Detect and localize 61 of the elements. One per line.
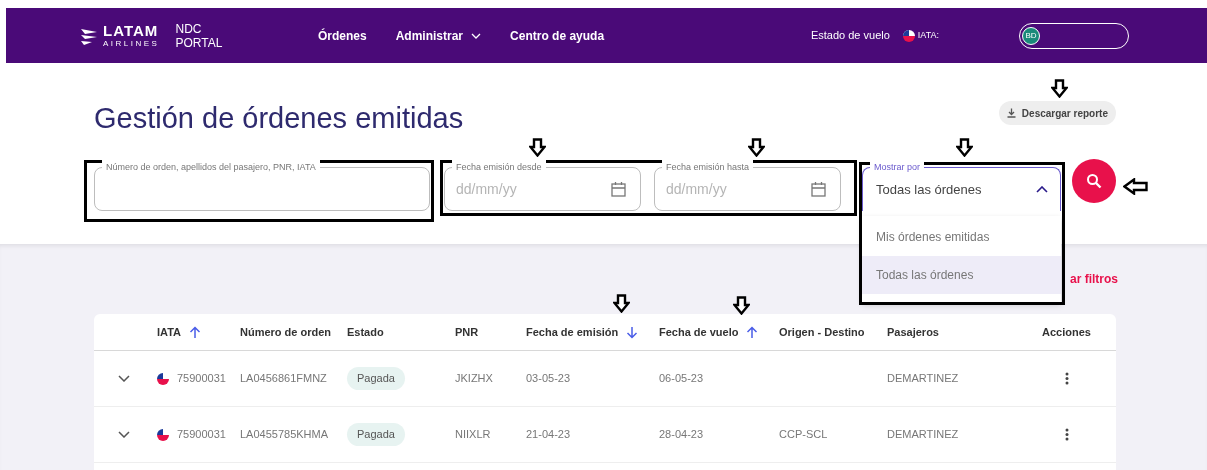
chevron-down-icon [471,32,482,39]
nav-link[interactable]: Órdenes [318,26,367,45]
column-header[interactable]: Fecha de vuelo [659,323,739,341]
clear-filters-link[interactable]: ar filtros [1070,270,1118,288]
chile-flag-icon [902,29,915,42]
status-badge: Pagada [347,367,405,390]
column-header[interactable]: IATA [157,323,182,341]
down-arrow-icon [529,138,546,157]
down-arrow-icon [1051,79,1068,98]
table-cell: 06-05-23 [659,372,704,385]
brand-subtitle: AIRLINES [103,40,160,48]
table-cell: 28-04-23 [659,428,704,441]
more-options-icon[interactable] [1064,428,1069,441]
chile-flag-icon [157,372,169,385]
chile-flag-icon [157,428,169,441]
sort-up-icon[interactable] [189,325,202,339]
portal-name: NDC [175,21,203,36]
download-icon [1006,108,1016,118]
column-header: Acciones [1042,324,1091,340]
calendar-icon[interactable] [611,181,626,197]
search-button[interactable] [1072,159,1116,203]
table-cell-text: 75900031 [177,427,226,443]
calendar-icon[interactable] [811,181,826,197]
sort-down-icon[interactable] [626,325,639,339]
status-badge: Pagada [347,423,405,446]
column-header: Estado [347,324,384,340]
dropdown-option[interactable]: Mis órdenes emitidas [862,218,1061,256]
left-arrow-icon [1123,178,1148,195]
iata-label: IATA: [917,28,939,42]
table-cell-text: 75900031 [177,371,226,387]
sort-up-icon[interactable] [746,325,759,339]
flight-status-link[interactable]: Estado de vuelo [810,27,890,44]
search-icon [1086,173,1102,189]
table-cell: LA0455785KHMA [240,428,329,441]
portal-name: PORTAL [175,35,223,50]
column-header: Pasajeros [887,324,939,340]
page-title: Gestión de órdenes emitidas [94,101,464,135]
column-header: PNR [455,324,479,340]
download-report-button[interactable]: Descargar reporte [998,101,1116,125]
more-options-icon[interactable] [1064,372,1069,385]
dropdown-option[interactable]: Todas las órdenes [862,256,1061,294]
table-cell: 21-04-23 [526,428,571,441]
table-cell: 03-05-23 [526,372,571,385]
table-cell: DEMARTINEZ [887,428,959,441]
expand-chevron-icon[interactable] [118,375,130,382]
table-cell: CCP-SCL [779,428,828,441]
nav-link[interactable]: Centro de ayuda [510,26,605,45]
column-header[interactable]: Fecha de emisión [526,323,619,341]
table-cell: JKIZHX [455,372,493,385]
user-avatar: BD [1022,26,1040,45]
column-header: Origen - Destino [779,324,865,340]
table-cell: LA0456861FMNZ [240,372,327,385]
nav-link[interactable]: Administrar [395,26,482,45]
column-header: Número de orden [240,324,332,340]
down-arrow-icon [748,138,765,157]
chevron-up-icon [1036,186,1048,193]
expand-chevron-icon[interactable] [118,431,130,438]
brand-name: LATAM [103,23,160,38]
table-cell: NIIXLR [455,428,491,441]
table-cell: DEMARTINEZ [887,372,959,385]
down-arrow-icon [956,138,973,157]
